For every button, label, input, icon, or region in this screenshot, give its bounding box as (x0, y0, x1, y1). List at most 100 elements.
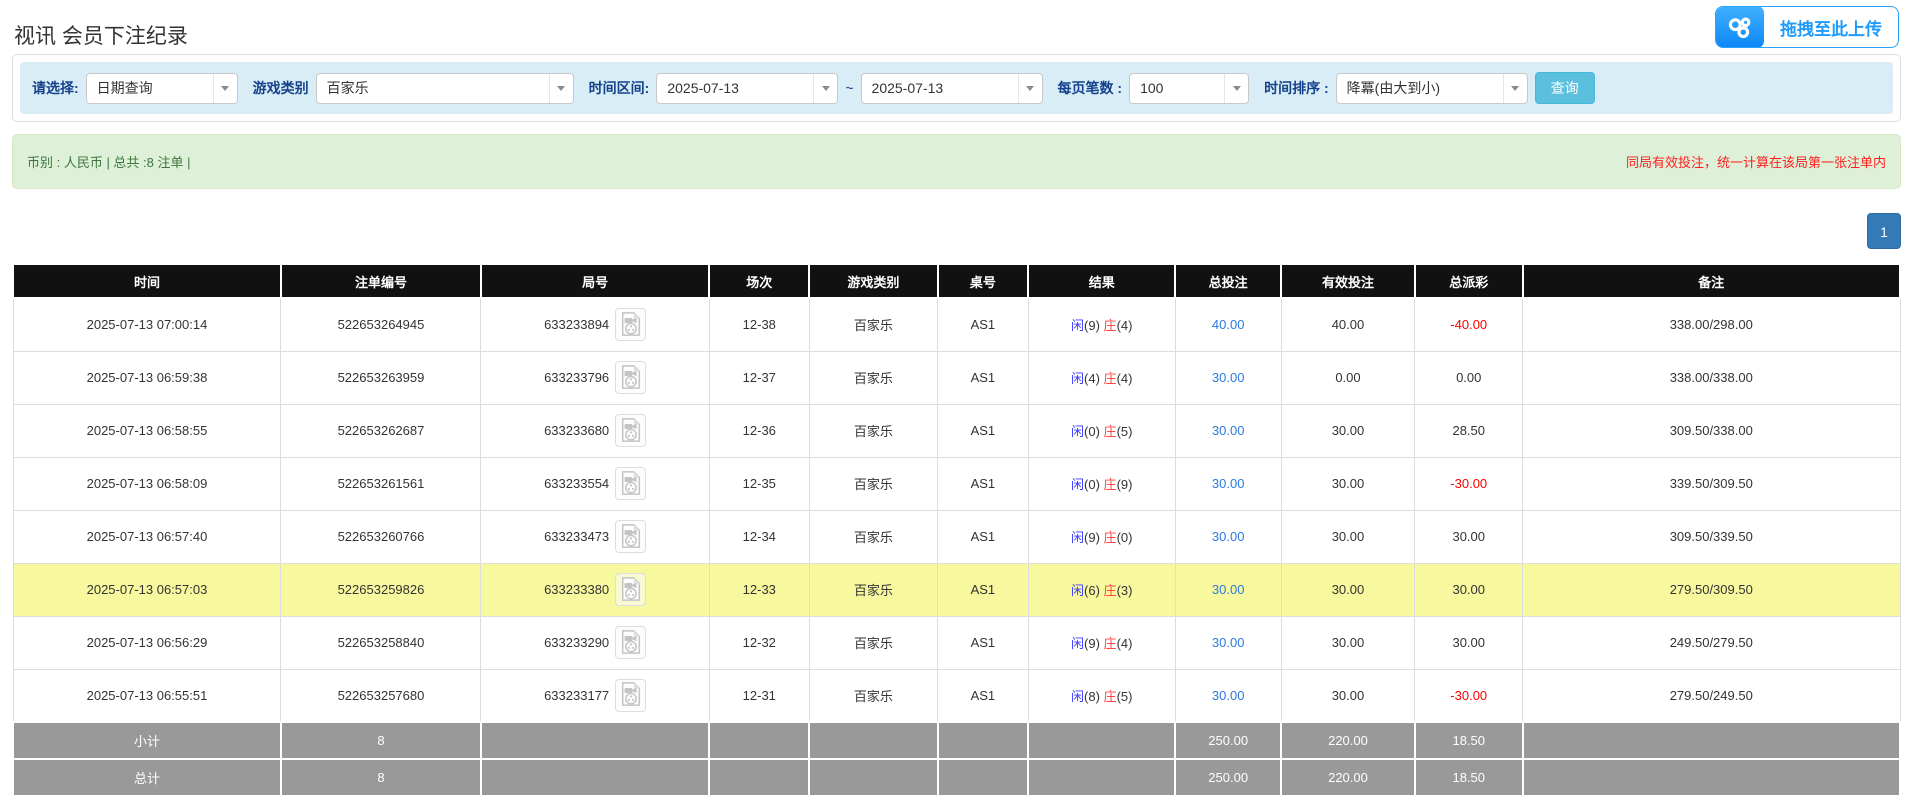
player-score: 0 (1084, 424, 1100, 439)
game-category-cell: 百家乐 (809, 298, 937, 351)
footer-payout-cell: 18.50 (1415, 759, 1523, 796)
grand-total-row: 总计8250.00220.0018.50 (13, 759, 1900, 796)
time-cell: 2025-07-13 06:59:38 (13, 351, 281, 404)
total-bet-cell: 30.00 (1175, 669, 1281, 722)
column-header: 局号 (481, 264, 709, 298)
total-bet-link[interactable]: 30.00 (1212, 688, 1245, 703)
video-button[interactable] (615, 626, 646, 659)
round-no-cell: 633233290 (481, 616, 709, 669)
result-cell: 闲6 庄3 (1028, 563, 1175, 616)
valid-bet-cell: 0.00 (1281, 351, 1415, 404)
round-no-cell: 633233380 (481, 563, 709, 616)
total-bet-link[interactable]: 30.00 (1212, 529, 1245, 544)
time-sort-select[interactable]: 降冪(由大到小) (1336, 73, 1528, 104)
footer-empty-table-cell (938, 722, 1029, 759)
banker-result-label: 庄 (1104, 689, 1117, 704)
payout-cell: -30.00 (1415, 457, 1523, 510)
video-button[interactable] (615, 361, 646, 394)
banker-result-label: 庄 (1104, 583, 1117, 598)
player-score: 9 (1084, 636, 1100, 651)
column-header: 有效投注 (1281, 264, 1415, 298)
result-cell: 闲9 庄0 (1028, 510, 1175, 563)
total-bet-link[interactable]: 40.00 (1212, 317, 1245, 332)
date-to-select[interactable]: 2025-07-13 (861, 73, 1043, 104)
player-result-label: 闲 (1071, 689, 1084, 704)
total-bet-link[interactable]: 30.00 (1212, 582, 1245, 597)
player-score: 6 (1084, 583, 1100, 598)
round-no: 633233554 (544, 476, 609, 491)
total-bet-link[interactable]: 30.00 (1212, 370, 1245, 385)
round-no: 633233380 (544, 582, 609, 597)
column-header: 时间 (13, 264, 281, 298)
table-row: 2025-07-13 06:57:40522653260766633233473… (13, 510, 1900, 563)
total-bet-link[interactable]: 30.00 (1212, 476, 1245, 491)
date-from-value: 2025-07-13 (657, 80, 813, 96)
player-result-label: 闲 (1071, 371, 1084, 386)
bet-no-cell: 522653259826 (281, 563, 481, 616)
footer-note-cell (1523, 722, 1900, 759)
banker-result-label: 庄 (1104, 530, 1117, 545)
game-category-cell: 百家乐 (809, 510, 937, 563)
total-bet-link[interactable]: 30.00 (1212, 635, 1245, 650)
time-sort-label: 时间排序 : (1264, 78, 1329, 98)
video-button[interactable] (615, 520, 646, 553)
table-row: 2025-07-13 06:56:29522653258840633233290… (13, 616, 1900, 669)
bet-no-cell: 522653257680 (281, 669, 481, 722)
round-no: 633233680 (544, 423, 609, 438)
page-size-select[interactable]: 100 (1129, 73, 1249, 104)
note-cell: 339.50/309.50 (1523, 457, 1900, 510)
subtotal-row: 小计8250.00220.0018.50 (13, 722, 1900, 759)
search-button[interactable]: 查询 (1535, 72, 1595, 104)
session-cell: 12-32 (709, 616, 809, 669)
banker-score: 4 (1117, 636, 1133, 651)
query-type-label: 请选择: (32, 78, 79, 98)
upload-dropzone-button[interactable]: 拖拽至此上传 (1715, 6, 1899, 48)
video-button[interactable] (615, 414, 646, 447)
game-category-cell: 百家乐 (809, 563, 937, 616)
game-category-value: 百家乐 (317, 78, 549, 98)
total-bet-link[interactable]: 30.00 (1212, 423, 1245, 438)
video-button[interactable] (615, 467, 646, 500)
payout-cell: 30.00 (1415, 510, 1523, 563)
result-cell: 闲9 庄4 (1028, 298, 1175, 351)
query-type-select[interactable]: 日期查询 (86, 73, 238, 104)
video-button[interactable] (615, 308, 646, 341)
page-1-button[interactable]: 1 (1867, 213, 1901, 249)
total-bet-cell: 30.00 (1175, 351, 1281, 404)
game-category-select[interactable]: 百家乐 (316, 73, 574, 104)
table-no-cell: AS1 (938, 616, 1029, 669)
time-cell: 2025-07-13 06:58:55 (13, 404, 281, 457)
bet-no-cell: 522653261561 (281, 457, 481, 510)
video-button[interactable] (615, 573, 646, 606)
bet-no-cell: 522653262687 (281, 404, 481, 457)
date-from-select[interactable]: 2025-07-13 (656, 73, 838, 104)
footer-count-cell: 8 (281, 722, 481, 759)
round-no-cell: 633233177 (481, 669, 709, 722)
total-bet-cell: 30.00 (1175, 563, 1281, 616)
valid-bet-cell: 30.00 (1281, 616, 1415, 669)
payout-cell: 0.00 (1415, 351, 1523, 404)
payout-cell: 30.00 (1415, 616, 1523, 669)
footer-valid-bet-cell: 220.00 (1281, 722, 1415, 759)
video-button[interactable] (615, 679, 646, 712)
footer-note-cell (1523, 759, 1900, 796)
total-bet-cell: 30.00 (1175, 404, 1281, 457)
bet-no-cell: 522653258840 (281, 616, 481, 669)
game-category-label: 游戏类别 (253, 78, 309, 98)
banker-result-label: 庄 (1104, 636, 1117, 651)
footer-empty-result-cell (1028, 759, 1175, 796)
column-header: 桌号 (938, 264, 1029, 298)
banker-score: 3 (1117, 583, 1133, 598)
footer-payout-cell: 18.50 (1415, 722, 1523, 759)
session-cell: 12-35 (709, 457, 809, 510)
table-no-cell: AS1 (938, 563, 1029, 616)
video-file-icon (619, 417, 643, 443)
video-file-icon (619, 523, 643, 549)
table-no-cell: AS1 (938, 510, 1029, 563)
column-header: 游戏类别 (809, 264, 937, 298)
video-file-icon (619, 629, 643, 655)
time-cell: 2025-07-13 06:57:40 (13, 510, 281, 563)
page-size-label: 每页笔数 : (1058, 78, 1123, 98)
player-result-label: 闲 (1071, 318, 1084, 333)
footer-total-bet-cell: 250.00 (1175, 722, 1281, 759)
